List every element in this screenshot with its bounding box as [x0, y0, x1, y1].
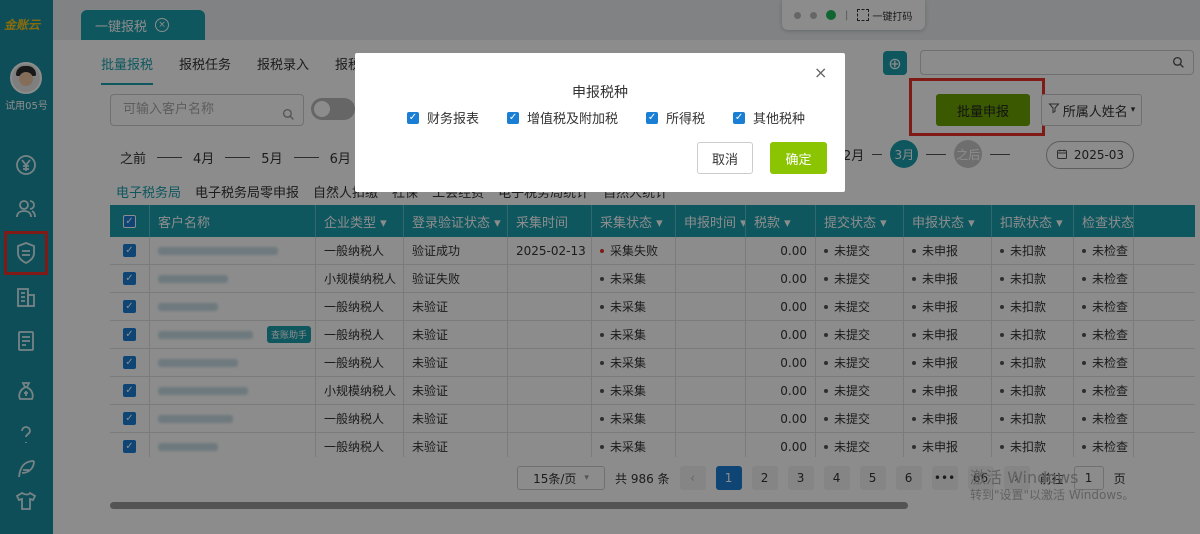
confirm-button[interactable]: 确定 — [770, 142, 827, 174]
option-label: 其他税种 — [753, 112, 806, 127]
option-label: 所得税 — [666, 112, 706, 127]
checkbox-checked-icon[interactable]: ✓ — [507, 111, 520, 124]
checkbox-checked-icon[interactable]: ✓ — [646, 111, 659, 124]
checkbox-checked-icon[interactable]: ✓ — [407, 111, 419, 124]
option-label: 增值税及附加税 — [527, 112, 619, 127]
tax-type-options: ✓ 财务报表 ✓ 增值税及附加税 ✓ 所得税 ✓ 其他税种 — [407, 108, 805, 127]
cancel-button[interactable]: 取消 — [697, 142, 753, 174]
option-income-tax[interactable]: ✓ 所得税 — [646, 108, 705, 127]
checkbox-checked-icon[interactable]: ✓ — [733, 111, 746, 124]
option-vat[interactable]: ✓ 增值税及附加税 — [507, 108, 618, 127]
option-financial-statements[interactable]: ✓ 财务报表 — [407, 108, 479, 127]
option-other-taxes[interactable]: ✓ 其他税种 — [733, 108, 805, 127]
close-icon[interactable]: × — [814, 63, 827, 82]
option-label: 财务报表 — [427, 112, 480, 127]
tax-type-dialog: 申报税种 × ✓ 财务报表 ✓ 增值税及附加税 ✓ 所得税 ✓ 其他税种 取消 确定 — [355, 53, 845, 192]
dialog-title: 申报税种 — [572, 85, 628, 101]
